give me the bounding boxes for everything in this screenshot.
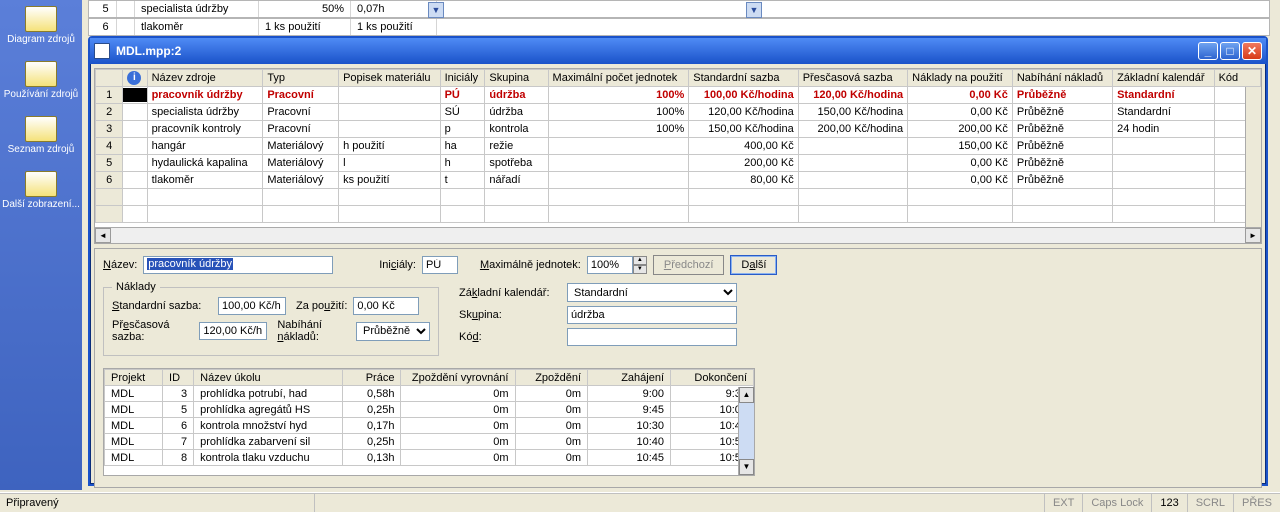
viewbar-item-resource-usage[interactable]: Používání zdrojů <box>0 55 82 110</box>
task-column-header[interactable]: Název úkolu <box>194 370 343 386</box>
column-header[interactable]: Popisek materiálu <box>339 70 440 87</box>
column-header[interactable]: Iniciály <box>440 70 485 87</box>
status-caps: Caps Lock <box>1082 493 1151 512</box>
name-field[interactable]: pracovník údržby <box>143 256 333 274</box>
column-header[interactable]: Náklady na použití <box>908 70 1013 87</box>
indicator-column-icon: i <box>123 70 147 87</box>
minimize-button[interactable]: _ <box>1198 42 1218 60</box>
maximize-button[interactable]: □ <box>1220 42 1240 60</box>
column-header[interactable]: Přesčasová sazba <box>798 70 907 87</box>
task-column-header[interactable]: Práce <box>343 370 401 386</box>
scroll-down-icon[interactable]: ▼ <box>428 2 444 18</box>
std-rate-field[interactable] <box>218 297 286 315</box>
column-header[interactable]: Název zdroje <box>147 70 263 87</box>
task-row[interactable]: MDL3prohlídka potrubí, had0,58h0m0m9:009… <box>105 386 754 402</box>
resource-sheet-icon <box>25 116 57 142</box>
status-pres: PŘES <box>1233 493 1280 512</box>
task-list[interactable]: ProjektIDNázev úkoluPráceZpoždění vyrovn… <box>103 368 755 476</box>
calendar-label: Základní kalendář: <box>459 287 561 299</box>
column-header[interactable]: Maximální počet jednotek <box>548 70 689 87</box>
accrual-select[interactable]: Průběžně <box>356 322 430 341</box>
task-column-header[interactable]: Zahájení <box>588 370 671 386</box>
more-views-icon <box>25 171 57 197</box>
name-label: Název: <box>103 259 137 271</box>
resource-row[interactable]: 6tlakoměrMateriálovýks použitítnářadí80,… <box>96 172 1261 189</box>
costs-group: Náklady Standardní sazba: Za použití: Př… <box>103 281 439 356</box>
viewbar-item-resource-sheet[interactable]: Seznam zdrojů <box>0 110 82 165</box>
scroll-down-icon[interactable]: ▼ <box>746 2 762 18</box>
resource-row[interactable]: 4hangárMateriálovýh použitíharežie400,00… <box>96 138 1261 155</box>
project-file-icon <box>94 43 110 59</box>
mdi-window: MDL.mpp:2 _ □ ✕ iNázev zdrojeTypPopisek … <box>88 36 1268 486</box>
titlebar[interactable]: MDL.mpp:2 _ □ ✕ <box>90 38 1266 64</box>
task-column-header[interactable]: Zpoždění <box>515 370 588 386</box>
viewbar-item-resource-diagram[interactable]: Diagram zdrojů <box>0 0 82 55</box>
group-label: Skupina: <box>459 309 561 321</box>
max-units-stepper[interactable]: ▲▼ <box>587 256 647 274</box>
per-use-field[interactable] <box>353 297 419 315</box>
resource-row[interactable]: 1pracovník údržbyPracovníPÚúdržba100%100… <box>96 87 1261 104</box>
ot-rate-label: Přesčasová sazba: <box>112 319 193 343</box>
status-scrl: SCRL <box>1187 493 1233 512</box>
ot-rate-field[interactable] <box>199 322 267 340</box>
task-column-header[interactable]: Projekt <box>105 370 163 386</box>
viewbar-label: Seznam zdrojů <box>2 144 80 155</box>
column-header[interactable]: Standardní sazba <box>689 70 798 87</box>
status-ext: EXT <box>1044 493 1082 512</box>
vertical-scrollbar[interactable]: ▲ ▼ <box>738 387 754 475</box>
status-bar: Připravený EXT Caps Lock 123 SCRL PŘES <box>0 492 1280 512</box>
vertical-scrollbar[interactable] <box>1245 87 1261 227</box>
task-row[interactable]: MDL5prohlídka agregátů HS0,25h0m0m9:4510… <box>105 402 754 418</box>
resource-row[interactable]: 2specialista údržbyPracovníSÚúdržba100%1… <box>96 104 1261 121</box>
task-column-header[interactable]: Dokončení <box>671 370 754 386</box>
next-button[interactable]: Další <box>730 255 777 275</box>
scroll-right-icon[interactable]: ► <box>1245 228 1261 243</box>
column-header[interactable]: Základní kalendář <box>1113 70 1215 87</box>
scroll-up-icon[interactable]: ▲ <box>739 387 754 403</box>
column-header[interactable]: Typ <box>263 70 339 87</box>
resource-row[interactable]: 5hydaulická kapalinaMateriálovýlhspotřeb… <box>96 155 1261 172</box>
view-bar: Diagram zdrojů Používání zdrojů Seznam z… <box>0 0 82 490</box>
group-field[interactable] <box>567 306 737 324</box>
resource-form: Název: pracovník údržby Iniciály: Maximá… <box>94 248 1262 488</box>
column-header[interactable]: Kód <box>1214 70 1260 87</box>
initials-field[interactable] <box>422 256 458 274</box>
task-row[interactable]: MDL6kontrola množství hyd0,17h0m0m10:301… <box>105 418 754 434</box>
task-row[interactable]: MDL7prohlídka zabarvení sil0,25h0m0m10:4… <box>105 434 754 450</box>
previous-button: Předchozí <box>653 255 725 275</box>
std-rate-label: Standardní sazba: <box>112 300 212 312</box>
code-label: Kód: <box>459 331 561 343</box>
accrual-label: Nabíhání nákladů: <box>277 319 350 343</box>
status-ready: Připravený <box>0 493 315 512</box>
max-units-label: Maximálně jednotek: <box>480 259 581 271</box>
initials-label: Iniciály: <box>379 259 416 271</box>
resource-usage-icon <box>25 61 57 87</box>
background-grid-row2: 6 tlakoměr 1 ks použití 1 ks použití <box>88 18 1270 36</box>
per-use-label: Za použití: <box>296 300 347 312</box>
close-button[interactable]: ✕ <box>1242 42 1262 60</box>
resource-grid[interactable]: iNázev zdrojeTypPopisek materiáluIniciál… <box>94 68 1262 244</box>
task-column-header[interactable]: Zpoždění vyrovnání <box>401 370 515 386</box>
calendar-select[interactable]: Standardní <box>567 283 737 302</box>
spin-down-icon[interactable]: ▼ <box>633 265 647 274</box>
background-grid: 5 specialista údržby 50% 0,07h <box>88 0 1270 18</box>
window-title: MDL.mpp:2 <box>116 44 1198 58</box>
column-header[interactable]: Skupina <box>485 70 548 87</box>
task-row[interactable]: MDL8kontrola tlaku vzduchu0,13h0m0m10:45… <box>105 450 754 466</box>
resource-row[interactable]: 3pracovník kontrolyPracovnípkontrola100%… <box>96 121 1261 138</box>
task-column-header[interactable]: ID <box>163 370 194 386</box>
costs-legend: Náklady <box>112 281 160 293</box>
viewbar-label: Používání zdrojů <box>2 89 80 100</box>
scroll-down-icon[interactable]: ▼ <box>739 459 754 475</box>
column-header[interactable]: Nabíhání nákladů <box>1012 70 1112 87</box>
status-numlock: 123 <box>1151 493 1186 512</box>
viewbar-item-more-views[interactable]: Další zobrazení... <box>0 165 82 220</box>
resource-diagram-icon <box>25 6 57 32</box>
code-field[interactable] <box>567 328 737 346</box>
spin-up-icon[interactable]: ▲ <box>633 256 647 265</box>
scroll-left-icon[interactable]: ◄ <box>95 228 111 243</box>
horizontal-scrollbar[interactable]: ◄ ► <box>95 227 1261 243</box>
viewbar-label: Další zobrazení... <box>2 199 80 210</box>
viewbar-label: Diagram zdrojů <box>2 34 80 45</box>
